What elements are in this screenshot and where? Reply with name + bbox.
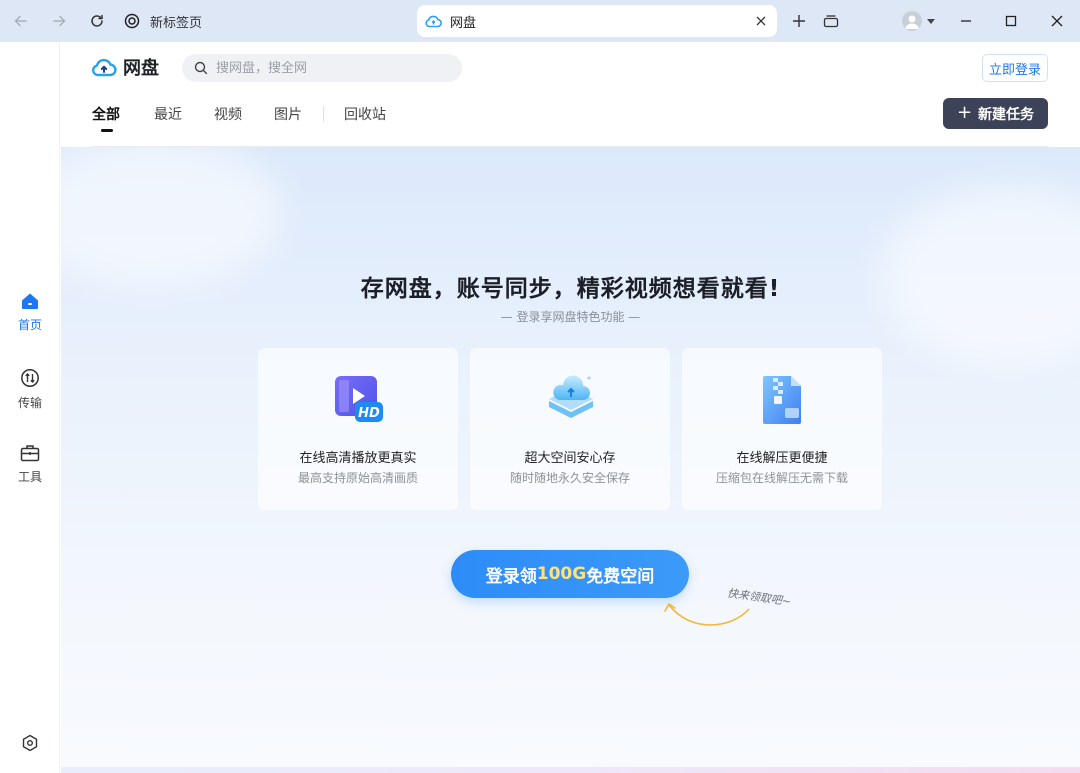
- browser-titlebar: 新标签页 网盘: [0, 0, 1080, 42]
- tab-video[interactable]: 视频: [214, 104, 242, 124]
- close-icon: [756, 16, 766, 26]
- toolbox-icon: [20, 445, 40, 462]
- bottom-decor-strip: [61, 767, 1080, 773]
- new-task-label: 新建任务: [978, 106, 1035, 123]
- sidebar-item-transfer[interactable]: 传输: [0, 368, 60, 424]
- forward-button[interactable]: [47, 9, 71, 33]
- arrow-left-icon: [14, 15, 27, 27]
- back-button[interactable]: [9, 9, 33, 33]
- close-icon: [1051, 15, 1063, 27]
- sidebar: 首页 传输 工具: [0, 42, 60, 773]
- tab-new-tab[interactable]: 新标签页: [124, 6, 384, 36]
- plus-icon: +: [956, 102, 973, 123]
- sidebar-item-label: 传输: [17, 396, 42, 410]
- hero-title: 存网盘，账号同步，精彩视频想看就看!: [360, 276, 781, 302]
- new-tab-button[interactable]: [786, 9, 812, 33]
- refresh-button[interactable]: [85, 9, 109, 33]
- cloud-logo-icon: [92, 58, 117, 77]
- hero-subtitle: — 登录享网盘特色功能 —: [500, 310, 641, 324]
- transfer-icon: [21, 369, 39, 387]
- cta-suffix: 免费空间: [586, 566, 655, 587]
- tab-image[interactable]: 图片: [274, 104, 302, 124]
- zip-file-icon: [763, 376, 801, 424]
- tab-divider: [323, 106, 324, 122]
- feature-title: 超大空间安心存: [524, 451, 616, 466]
- caret-down-icon: [927, 18, 935, 24]
- tab-new-tab-label: 新标签页: [150, 15, 203, 31]
- cloud-tab-icon: [425, 15, 442, 28]
- tab-netdisk[interactable]: 网盘: [417, 5, 777, 37]
- arrow-right-icon: [53, 15, 66, 27]
- promo-hero: 存网盘，账号同步，精彩视频想看就看! — 登录享网盘特色功能 — HD 在线高清…: [61, 147, 1080, 773]
- home-icon: [22, 293, 38, 309]
- sidebar-item-tools[interactable]: 工具: [0, 444, 60, 500]
- minimize-icon: [961, 20, 971, 22]
- tabs-stack-icon: [823, 15, 839, 28]
- sidebar-item-label: 首页: [17, 318, 42, 332]
- cta-highlight: 100G: [536, 564, 587, 584]
- refresh-icon: [91, 14, 103, 27]
- app-logo: 网盘: [91, 55, 159, 79]
- profile-menu-button[interactable]: [923, 9, 939, 33]
- tab-all[interactable]: 全部: [92, 104, 120, 124]
- login-button[interactable]: 立即登录: [982, 54, 1048, 82]
- cta-prefix: 登录领: [485, 566, 537, 587]
- sidebar-settings-button[interactable]: [0, 734, 60, 773]
- user-icon: [905, 15, 919, 29]
- feature-card-storage: 超大空间安心存 随时随地永久安全保存: [470, 348, 670, 510]
- user-avatar[interactable]: [902, 11, 922, 31]
- maximize-icon: [1005, 15, 1017, 27]
- tab-close-button[interactable]: [751, 11, 771, 31]
- settings-icon: [22, 734, 38, 752]
- feature-title: 在线解压更便捷: [736, 451, 828, 466]
- feature-desc: 压缩包在线解压无需下载: [715, 471, 848, 485]
- cloud-storage-icon: [549, 375, 593, 418]
- tab-netdisk-label: 网盘: [450, 15, 477, 31]
- close-window-button[interactable]: [1044, 9, 1070, 33]
- minimize-button[interactable]: [953, 9, 979, 33]
- hd-video-icon: HD: [335, 376, 383, 422]
- tab-active-indicator: [101, 129, 113, 132]
- tab-recycle-bin[interactable]: 回收站: [344, 104, 386, 124]
- plus-icon: [793, 15, 805, 27]
- curved-arrow-icon: [664, 602, 750, 626]
- browser-logo-icon: [124, 13, 140, 29]
- search-box[interactable]: [182, 54, 462, 82]
- tab-overview-button[interactable]: [818, 9, 844, 33]
- new-task-button[interactable]: + 新建任务: [943, 98, 1048, 129]
- svg-text:HD: HD: [358, 406, 380, 421]
- feature-desc: 最高支持原始高清画质: [297, 471, 418, 485]
- maximize-button[interactable]: [998, 9, 1024, 33]
- login-claim-space-button[interactable]: 登录领 100G 免费空间: [451, 550, 689, 598]
- sidebar-item-label: 工具: [17, 470, 42, 484]
- logo-text: 网盘: [123, 58, 159, 79]
- feature-card-hd-playback: HD 在线高清播放更真实 最高支持原始高清画质: [258, 348, 458, 510]
- sidebar-item-home[interactable]: 首页: [0, 292, 60, 348]
- feature-card-unzip: 在线解压更便捷 压缩包在线解压无需下载: [682, 348, 882, 510]
- search-input[interactable]: [216, 60, 446, 76]
- decor-cloud: [61, 147, 281, 287]
- feature-title: 在线高清播放更真实: [299, 451, 417, 466]
- tab-recent[interactable]: 最近: [154, 104, 182, 124]
- search-icon: [194, 61, 208, 75]
- feature-desc: 随时随地永久安全保存: [509, 471, 630, 485]
